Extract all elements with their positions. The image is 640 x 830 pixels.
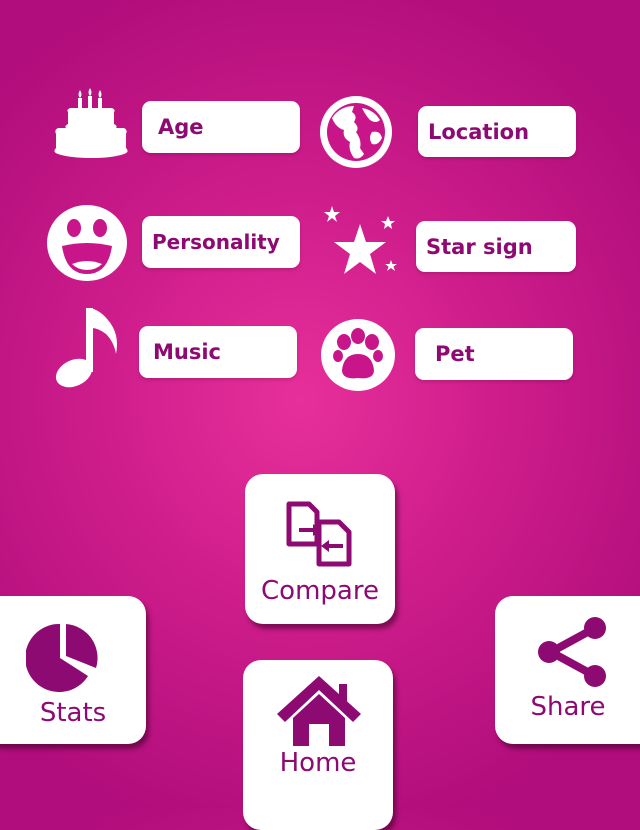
personality-label: Personality — [152, 230, 280, 254]
globe-icon — [320, 96, 392, 168]
personality-field[interactable]: Personality — [142, 216, 300, 268]
compare-label: Compare — [261, 576, 379, 606]
pet-field[interactable]: Pet — [415, 328, 573, 380]
share-button[interactable]: Share — [495, 596, 640, 744]
music-label: Music — [153, 340, 221, 364]
paw-icon — [321, 319, 395, 391]
smiley-face-icon — [47, 205, 127, 281]
stats-label: Stats — [39, 698, 107, 728]
music-field[interactable]: Music — [139, 326, 297, 378]
stars-icon — [324, 206, 397, 274]
compare-documents-icon — [286, 501, 352, 567]
home-label: Home — [279, 748, 357, 778]
share-label: Share — [530, 692, 606, 722]
stats-button[interactable]: Stats — [0, 596, 146, 744]
home-icon — [277, 676, 361, 746]
home-button[interactable]: Home — [243, 660, 393, 830]
pie-chart-icon — [26, 623, 98, 692]
birthday-cake-icon — [54, 88, 128, 158]
location-field[interactable]: Location — [418, 106, 576, 157]
compare-button[interactable]: Compare — [245, 474, 395, 624]
music-note-icon — [55, 308, 117, 388]
age-field[interactable]: Age — [142, 101, 300, 153]
share-icon — [538, 617, 606, 687]
age-label: Age — [158, 115, 204, 139]
pet-label: Pet — [435, 342, 475, 366]
location-label: Location — [428, 119, 530, 144]
star-sign-field[interactable]: Star sign — [416, 221, 576, 272]
star-sign-label: Star sign — [426, 234, 533, 259]
